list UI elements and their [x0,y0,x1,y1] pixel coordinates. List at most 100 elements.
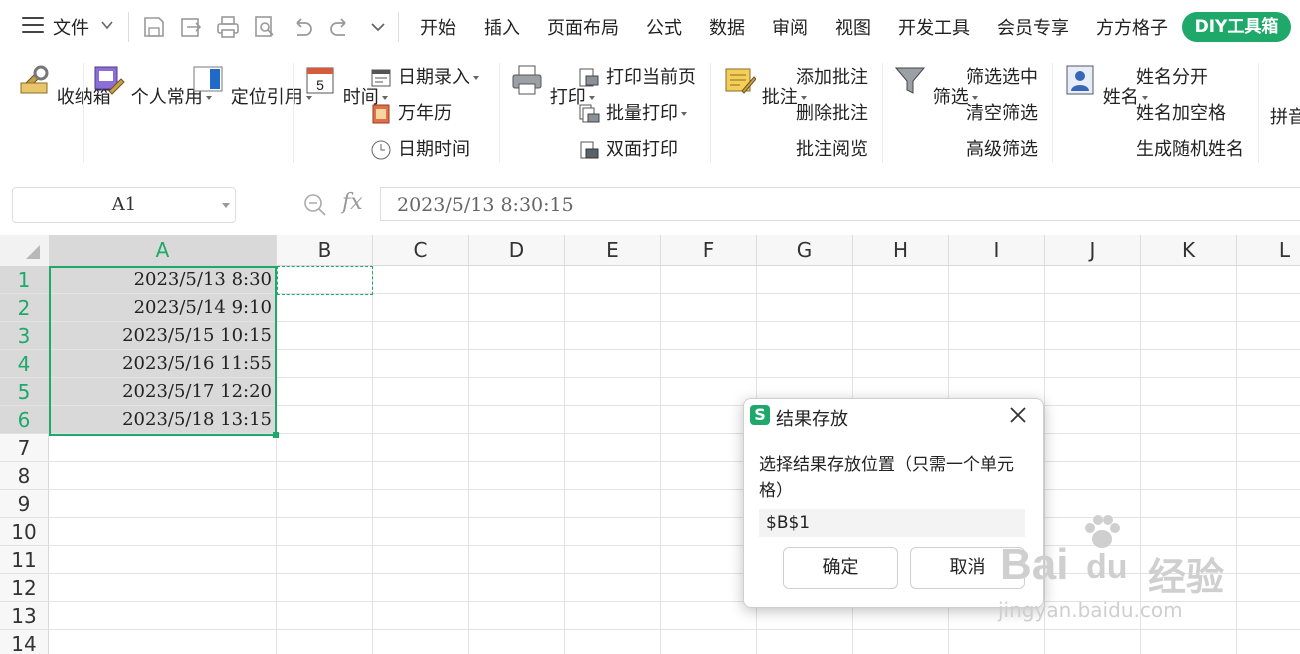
cell-b11[interactable] [277,546,373,574]
cell-g1[interactable] [757,266,853,294]
cell-j14[interactable] [1045,630,1141,654]
cell-c13[interactable] [373,602,469,630]
cell-l9[interactable] [1237,490,1300,518]
cell-l14[interactable] [1237,630,1300,654]
cell-e8[interactable] [565,462,661,490]
cell-k3[interactable] [1141,322,1237,350]
name-space-button[interactable]: 姓名加空格 [1136,101,1226,127]
save-icon[interactable] [141,14,167,40]
cell-d8[interactable] [469,462,565,490]
cell-j7[interactable] [1045,434,1141,462]
cell-i14[interactable] [949,630,1045,654]
time-button[interactable]: 5 时间 [303,63,388,109]
advanced-filter-button[interactable]: 高级筛选 [966,137,1038,163]
cell-f5[interactable] [661,378,757,406]
cell-c10[interactable] [373,518,469,546]
cell-l4[interactable] [1237,350,1300,378]
cell-a2[interactable]: 2023/5/14 9:10 [49,294,277,322]
column-header-a[interactable]: A [49,235,277,266]
cell-e5[interactable] [565,378,661,406]
name-split-button[interactable]: 姓名分开 [1136,65,1208,91]
cell-c1[interactable] [373,266,469,294]
cell-b8[interactable] [277,462,373,490]
row-header-3[interactable]: 3 [0,322,49,350]
cell-l1[interactable] [1237,266,1300,294]
print-preview-icon[interactable] [252,14,278,40]
fx-icon[interactable]: fx [342,190,363,215]
cell-j6[interactable] [1045,406,1141,434]
cell-l5[interactable] [1237,378,1300,406]
column-header-i[interactable]: I [949,235,1045,266]
tab-data[interactable]: 数据 [709,14,745,40]
cell-c11[interactable] [373,546,469,574]
cell-d9[interactable] [469,490,565,518]
undo-icon[interactable] [289,14,315,40]
row-header-13[interactable]: 13 [0,602,49,630]
cell-e11[interactable] [565,546,661,574]
cell-b3[interactable] [277,322,373,350]
cell-k14[interactable] [1141,630,1237,654]
row-header-11[interactable]: 11 [0,546,49,574]
cell-d14[interactable] [469,630,565,654]
column-header-f[interactable]: F [661,235,757,266]
row-header-8[interactable]: 8 [0,462,49,490]
redo-icon[interactable] [327,14,353,40]
cell-d13[interactable] [469,602,565,630]
locate-button[interactable]: 定位引用 [191,63,312,109]
print-icon[interactable] [215,14,241,40]
cell-b5[interactable] [277,378,373,406]
cell-e2[interactable] [565,294,661,322]
cell-a5[interactable]: 2023/5/17 12:20 [49,378,277,406]
quick-access-dropdown-icon[interactable] [365,14,391,40]
cell-e10[interactable] [565,518,661,546]
tab-fangfangegezi[interactable]: 方方格子 [1096,14,1168,40]
cell-f14[interactable] [661,630,757,654]
cell-a14[interactable] [49,630,277,654]
pinyin-button[interactable]: 拼音 [1270,103,1300,129]
cell-k6[interactable] [1141,406,1237,434]
cell-i2[interactable] [949,294,1045,322]
cell-a7[interactable] [49,434,277,462]
cell-h4[interactable] [853,350,949,378]
cell-g14[interactable] [757,630,853,654]
result-location-input[interactable]: $B$1 [759,509,1025,537]
batch-print-button[interactable]: 批量打印 [578,101,687,127]
cell-d4[interactable] [469,350,565,378]
cell-i1[interactable] [949,266,1045,294]
cell-e13[interactable] [565,602,661,630]
cell-d1[interactable] [469,266,565,294]
column-header-l[interactable]: L [1237,235,1300,266]
chevron-down-icon[interactable] [222,203,230,208]
cell-f4[interactable] [661,350,757,378]
cell-k2[interactable] [1141,294,1237,322]
cell-e6[interactable] [565,406,661,434]
cell-b4[interactable] [277,350,373,378]
cell-g2[interactable] [757,294,853,322]
cell-c2[interactable] [373,294,469,322]
cell-k10[interactable] [1141,518,1237,546]
delete-comment-button[interactable]: 删除批注 [796,101,868,127]
storage-button[interactable]: 收纳箱 [17,63,111,109]
print-button[interactable]: 打印 [510,63,595,109]
cell-j4[interactable] [1045,350,1141,378]
cell-a13[interactable] [49,602,277,630]
name-button[interactable]: 姓名 [1063,63,1148,109]
cell-a10[interactable] [49,518,277,546]
tab-formulas[interactable]: 公式 [646,14,682,40]
cell-a8[interactable] [49,462,277,490]
cell-l12[interactable] [1237,574,1300,602]
cell-i4[interactable] [949,350,1045,378]
cell-g3[interactable] [757,322,853,350]
cell-c9[interactable] [373,490,469,518]
cell-e9[interactable] [565,490,661,518]
cell-b13[interactable] [277,602,373,630]
fill-handle[interactable] [273,432,279,438]
cell-j3[interactable] [1045,322,1141,350]
cell-k4[interactable] [1141,350,1237,378]
cell-c6[interactable] [373,406,469,434]
cell-d12[interactable] [469,574,565,602]
zoom-out-icon[interactable] [302,192,328,218]
cell-k8[interactable] [1141,462,1237,490]
cell-a9[interactable] [49,490,277,518]
select-all-corner[interactable] [0,235,50,267]
